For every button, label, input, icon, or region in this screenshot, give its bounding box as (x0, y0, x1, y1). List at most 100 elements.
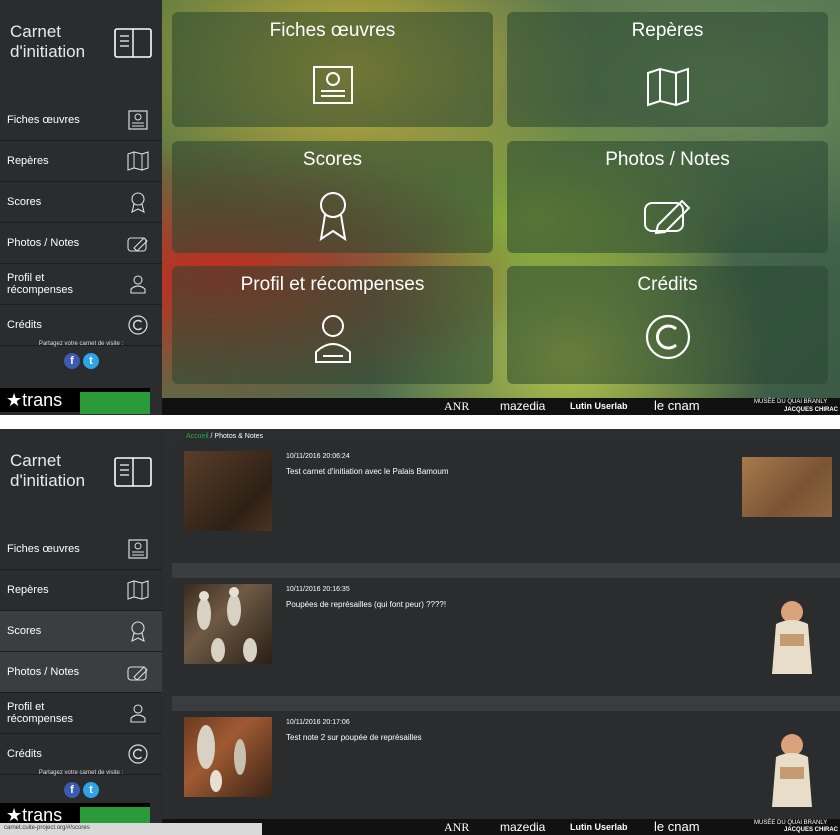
note-text: Test carnet d'initiation avec le Palais … (286, 467, 449, 476)
partner-logos: ANR mazedia Lutin Userlab le cnam MUSÉE … (162, 819, 840, 835)
musee-logo-line1: MUSÉE DU QUAI BRANLY (754, 399, 828, 405)
breadcrumb-home-link[interactable]: Accueil (186, 433, 209, 440)
sidebar-item-profil[interactable]: Profil et récompenses (0, 264, 162, 305)
sidebar-item-reperes[interactable]: Repères (0, 570, 162, 611)
user-badge-icon (130, 704, 146, 723)
sidebar-menu: Fiches œuvres Repères Scores Photos / No… (0, 100, 162, 346)
sidebar-item-label: Repères (7, 155, 49, 167)
sidebar-item-photos[interactable]: Photos / Notes (0, 223, 162, 264)
brand[interactable]: Carnet d'initiation (10, 451, 156, 511)
camera-pencil-icon (127, 237, 148, 252)
sidebar-menu: Fiches œuvres Repères Scores Photos / No… (0, 529, 162, 775)
camera-pencil-icon (127, 666, 148, 681)
sidebar: Carnet d'initiation Fiches œuvres Repère… (0, 429, 162, 835)
sidebar-item-label: Profil et récompenses (7, 701, 74, 725)
photos-notes-screen: Carnet d'initiation Fiches œuvres Repère… (0, 429, 840, 835)
map-icon (646, 67, 689, 107)
facebook-icon[interactable]: f (64, 782, 80, 798)
note-item[interactable]: 10/11/2016 20:16:35 Poupées de représail… (172, 578, 840, 696)
sidebar-item-profil[interactable]: Profil et récompenses (0, 693, 162, 734)
award-icon (131, 192, 145, 213)
tile-label: Crédits (637, 274, 698, 295)
trans-logo-text: ★trans (6, 805, 63, 825)
doll-photo[interactable] (742, 584, 832, 688)
note-date: 10/11/2016 20:06:24 (286, 453, 350, 460)
doll-figures-image (197, 725, 246, 792)
tile-label: Scores (302, 149, 363, 170)
tile-profil[interactable]: Profil et récompenses (172, 266, 493, 384)
home-screen: Carnet d'initiation Fiches œuvres Repère… (0, 0, 840, 415)
tile-label: Fiches œuvres (269, 20, 396, 41)
doll-photo[interactable] (742, 717, 832, 821)
anr-logo: ANR (444, 399, 470, 413)
user-badge-icon (314, 315, 351, 363)
note-item[interactable]: 10/11/2016 20:17:06 Test note 2 sur poup… (172, 711, 840, 821)
note-thumbnail[interactable] (184, 451, 272, 531)
user-badge-icon (130, 275, 146, 294)
sidebar-item-photos[interactable]: Photos / Notes (0, 652, 162, 693)
status-bar-url: carnet.cuite-project.org/#/scores (0, 823, 262, 835)
tile-reperes[interactable]: Repères (507, 12, 828, 127)
book-icon (114, 457, 152, 487)
camera-pencil-icon (643, 199, 690, 235)
twitter-icon[interactable]: t (83, 782, 99, 798)
sidebar-item-label: Fiches œuvres (7, 114, 80, 126)
musee-logo-line2: JACQUES CHIRAC (784, 827, 839, 833)
lutin-logo: Lutin Userlab (570, 822, 628, 832)
sidebar-item-scores[interactable]: Scores (0, 182, 162, 223)
sidebar-item-label: Photos / Notes (7, 237, 80, 249)
notes-list: 10/11/2016 20:06:24 Test carnet d'initia… (172, 445, 840, 821)
note-text: Test note 2 sur poupée de représailles (286, 733, 422, 742)
share-text: Partagez votre carnet de visite : (38, 770, 124, 776)
note-thumbnail[interactable] (184, 584, 272, 664)
award-icon (319, 192, 346, 241)
mazedia-logo: mazedia (500, 820, 546, 834)
tile-credits[interactable]: Crédits (507, 266, 828, 384)
sidebar-item-label: Fiches œuvres (7, 543, 80, 555)
social-buttons: f t (64, 782, 99, 798)
id-card-icon (128, 110, 148, 130)
facebook-icon[interactable]: f (64, 353, 80, 369)
tile-fiches[interactable]: Fiches œuvres (172, 12, 493, 127)
sidebar-item-credits[interactable]: Crédits (0, 305, 162, 346)
brand[interactable]: Carnet d'initiation (10, 22, 156, 82)
note-date: 10/11/2016 20:17:06 (286, 719, 350, 726)
copyright-icon (128, 744, 148, 764)
partner-logos: ANR mazedia Lutin Userlab le cnam MUSÉE … (162, 398, 840, 415)
sidebar-item-fiches[interactable]: Fiches œuvres (0, 100, 162, 141)
note-thumbnail[interactable] (184, 717, 272, 797)
sidebar-item-label: Photos / Notes (7, 666, 80, 678)
copyright-icon (645, 314, 690, 360)
trans-logo: ★trans (0, 388, 150, 414)
share-text: Partagez votre carnet de visite : (38, 341, 124, 347)
tile-label: Photos / Notes (605, 149, 730, 170)
map-icon (127, 580, 149, 600)
sidebar-item-scores[interactable]: Scores (0, 611, 162, 652)
note-date: 10/11/2016 20:16:35 (286, 586, 350, 593)
tiles-background: Fiches œuvres Repères Scores Photos / No… (162, 0, 840, 398)
tile-scores[interactable]: Scores (172, 141, 493, 253)
map-icon (127, 151, 149, 171)
sidebar-item-fiches[interactable]: Fiches œuvres (0, 529, 162, 570)
doll-figures-image (197, 587, 257, 662)
trans-logo-text: ★trans (6, 390, 63, 410)
social-buttons: f t (64, 353, 99, 369)
trans-green-block (80, 392, 150, 414)
tile-photos[interactable]: Photos / Notes (507, 141, 828, 253)
sidebar-item-credits[interactable]: Crédits (0, 734, 162, 775)
cnam-logo: le cnam (654, 819, 700, 834)
book-icon (114, 28, 152, 58)
id-card-icon (128, 539, 148, 559)
cnam-logo: le cnam (654, 398, 700, 413)
tile-label: Repères (631, 20, 704, 41)
breadcrumb-current: / Photos & Notes (208, 433, 264, 440)
note-photo[interactable] (742, 457, 832, 517)
anr-logo: ANR (444, 820, 470, 834)
note-item[interactable]: 10/11/2016 20:06:24 Test carnet d'initia… (172, 445, 840, 563)
sidebar-item-label: Repères (7, 584, 49, 596)
copyright-icon (128, 315, 148, 335)
twitter-icon[interactable]: t (83, 353, 99, 369)
sidebar-item-reperes[interactable]: Repères (0, 141, 162, 182)
brand-title: Carnet d'initiation (10, 22, 86, 61)
sidebar-item-label: Scores (7, 625, 42, 637)
